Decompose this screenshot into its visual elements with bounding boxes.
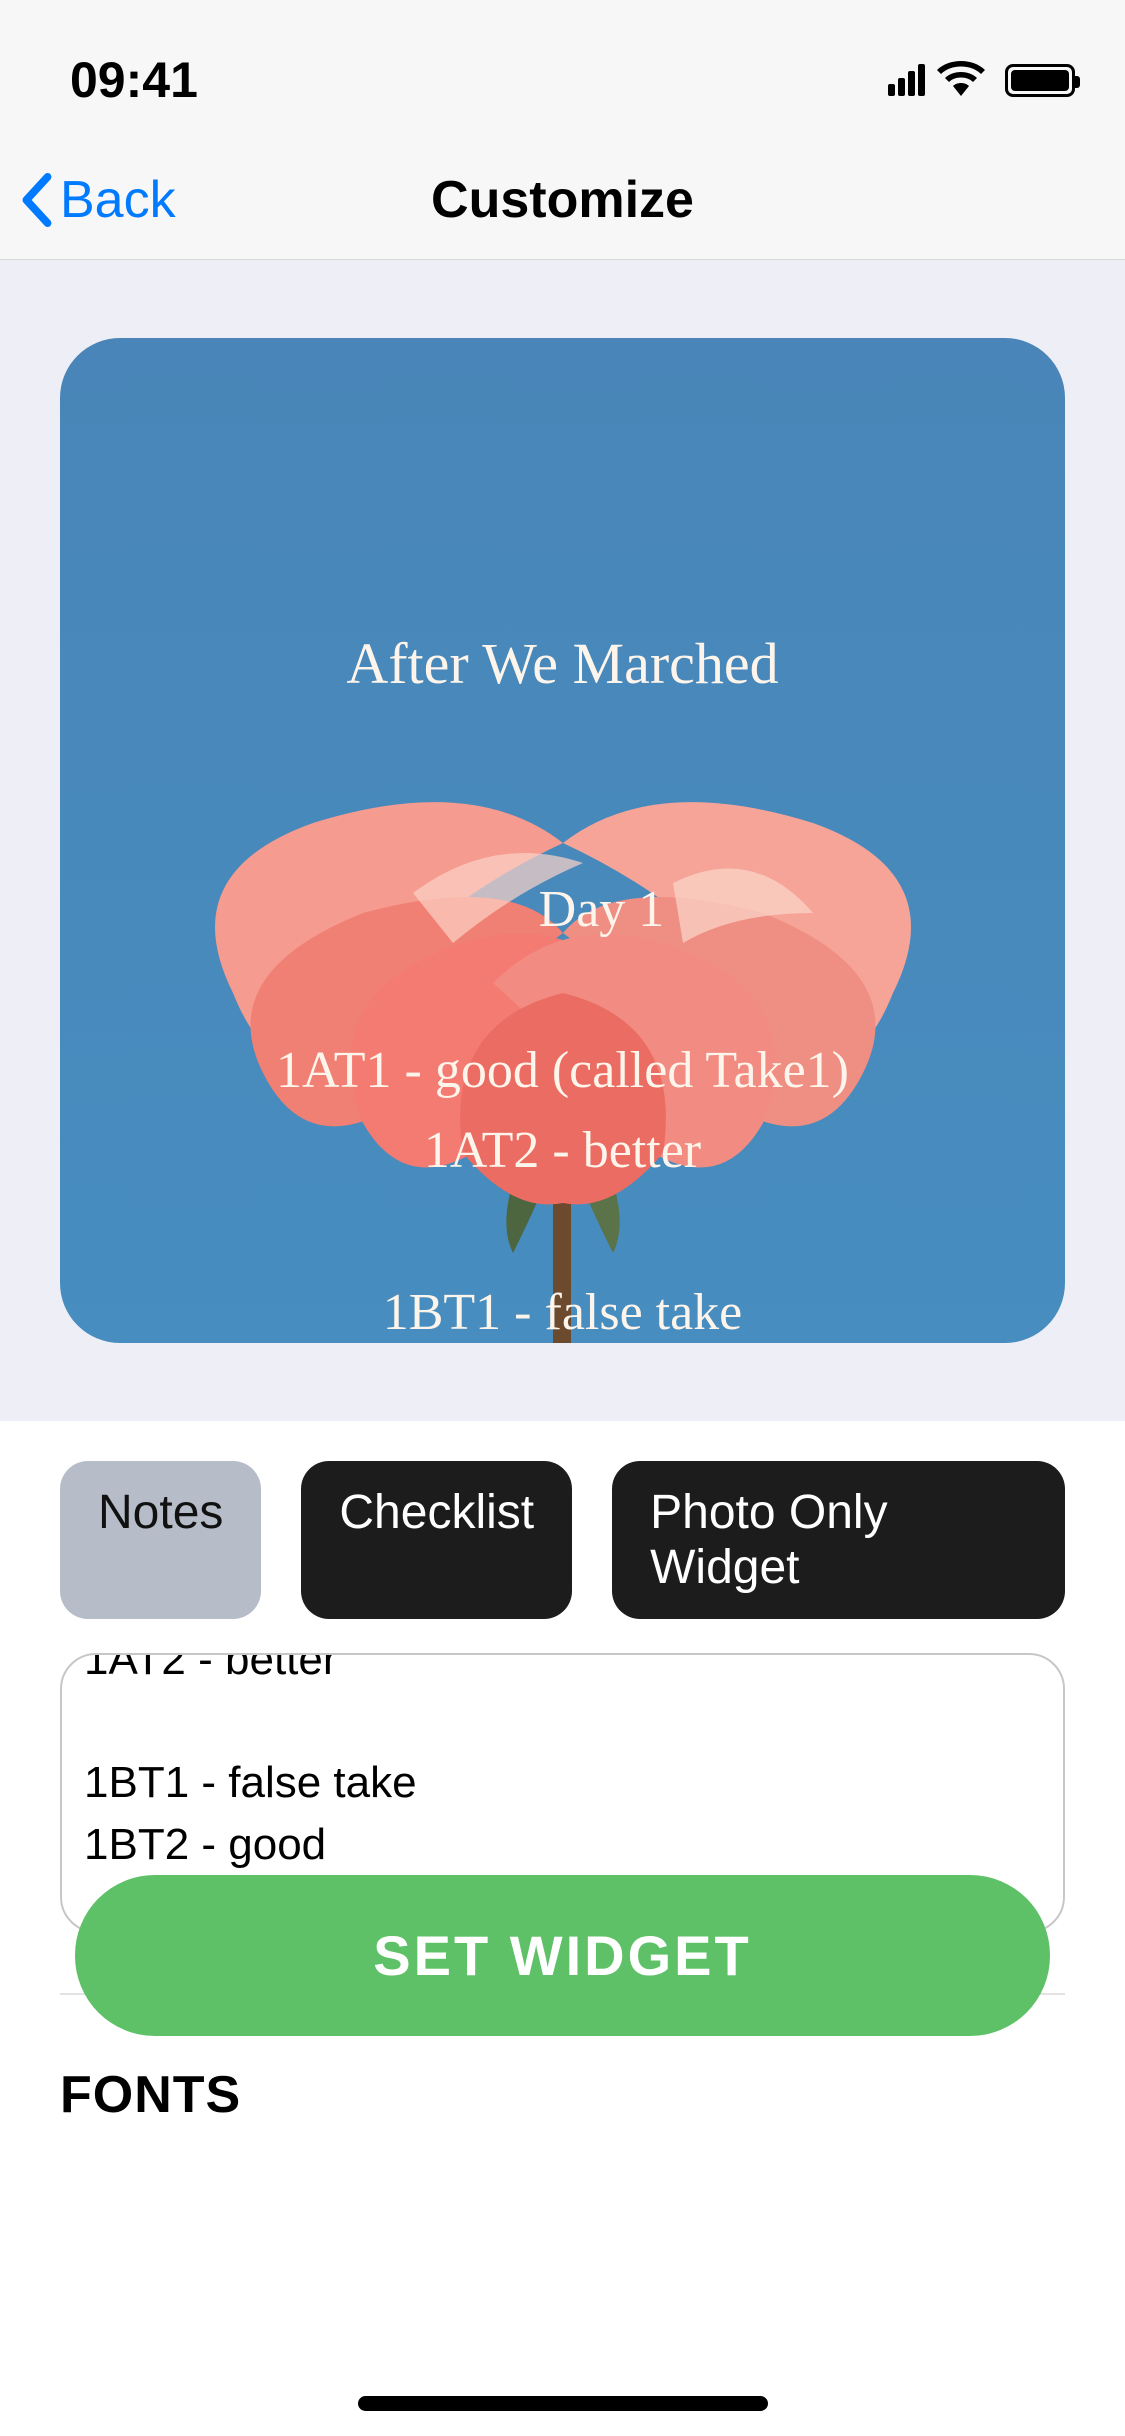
type-tabs: Notes Checklist Photo Only Widget <box>60 1461 1065 1619</box>
widget-title: After We Marched <box>160 619 965 709</box>
fonts-header: FONTS <box>60 2065 1065 2125</box>
wifi-icon <box>937 60 985 101</box>
widget-body: Day 1 1AT1 - good (called Take1) 1AT2 - … <box>276 881 849 1343</box>
nav-bar: Back Customize <box>0 140 1125 260</box>
status-time: 09:41 <box>70 51 198 109</box>
widget-preview-section: After We Marched Day 1 1AT1 - good (call… <box>0 260 1125 1421</box>
tab-notes[interactable]: Notes <box>60 1461 261 1619</box>
back-label: Back <box>60 170 176 230</box>
set-widget-button[interactable]: SET WIDGET <box>75 1875 1050 2036</box>
battery-icon <box>1005 64 1075 97</box>
status-bar: 09:41 <box>0 0 1125 140</box>
widget-text: After We Marched Day 1 1AT1 - good (call… <box>60 338 1065 1343</box>
status-icons <box>888 60 1075 101</box>
chevron-left-icon <box>20 173 52 227</box>
tab-photo-only-widget[interactable]: Photo Only Widget <box>612 1461 1065 1619</box>
tab-checklist[interactable]: Checklist <box>301 1461 572 1619</box>
widget-preview[interactable]: After We Marched Day 1 1AT1 - good (call… <box>60 338 1065 1343</box>
note-editor-content: 1AT2 - better 1BT1 - false take 1BT2 - g… <box>84 1653 1041 1875</box>
back-button[interactable]: Back <box>20 170 176 230</box>
home-indicator[interactable] <box>358 2396 768 2411</box>
cellular-signal-icon <box>888 64 925 96</box>
